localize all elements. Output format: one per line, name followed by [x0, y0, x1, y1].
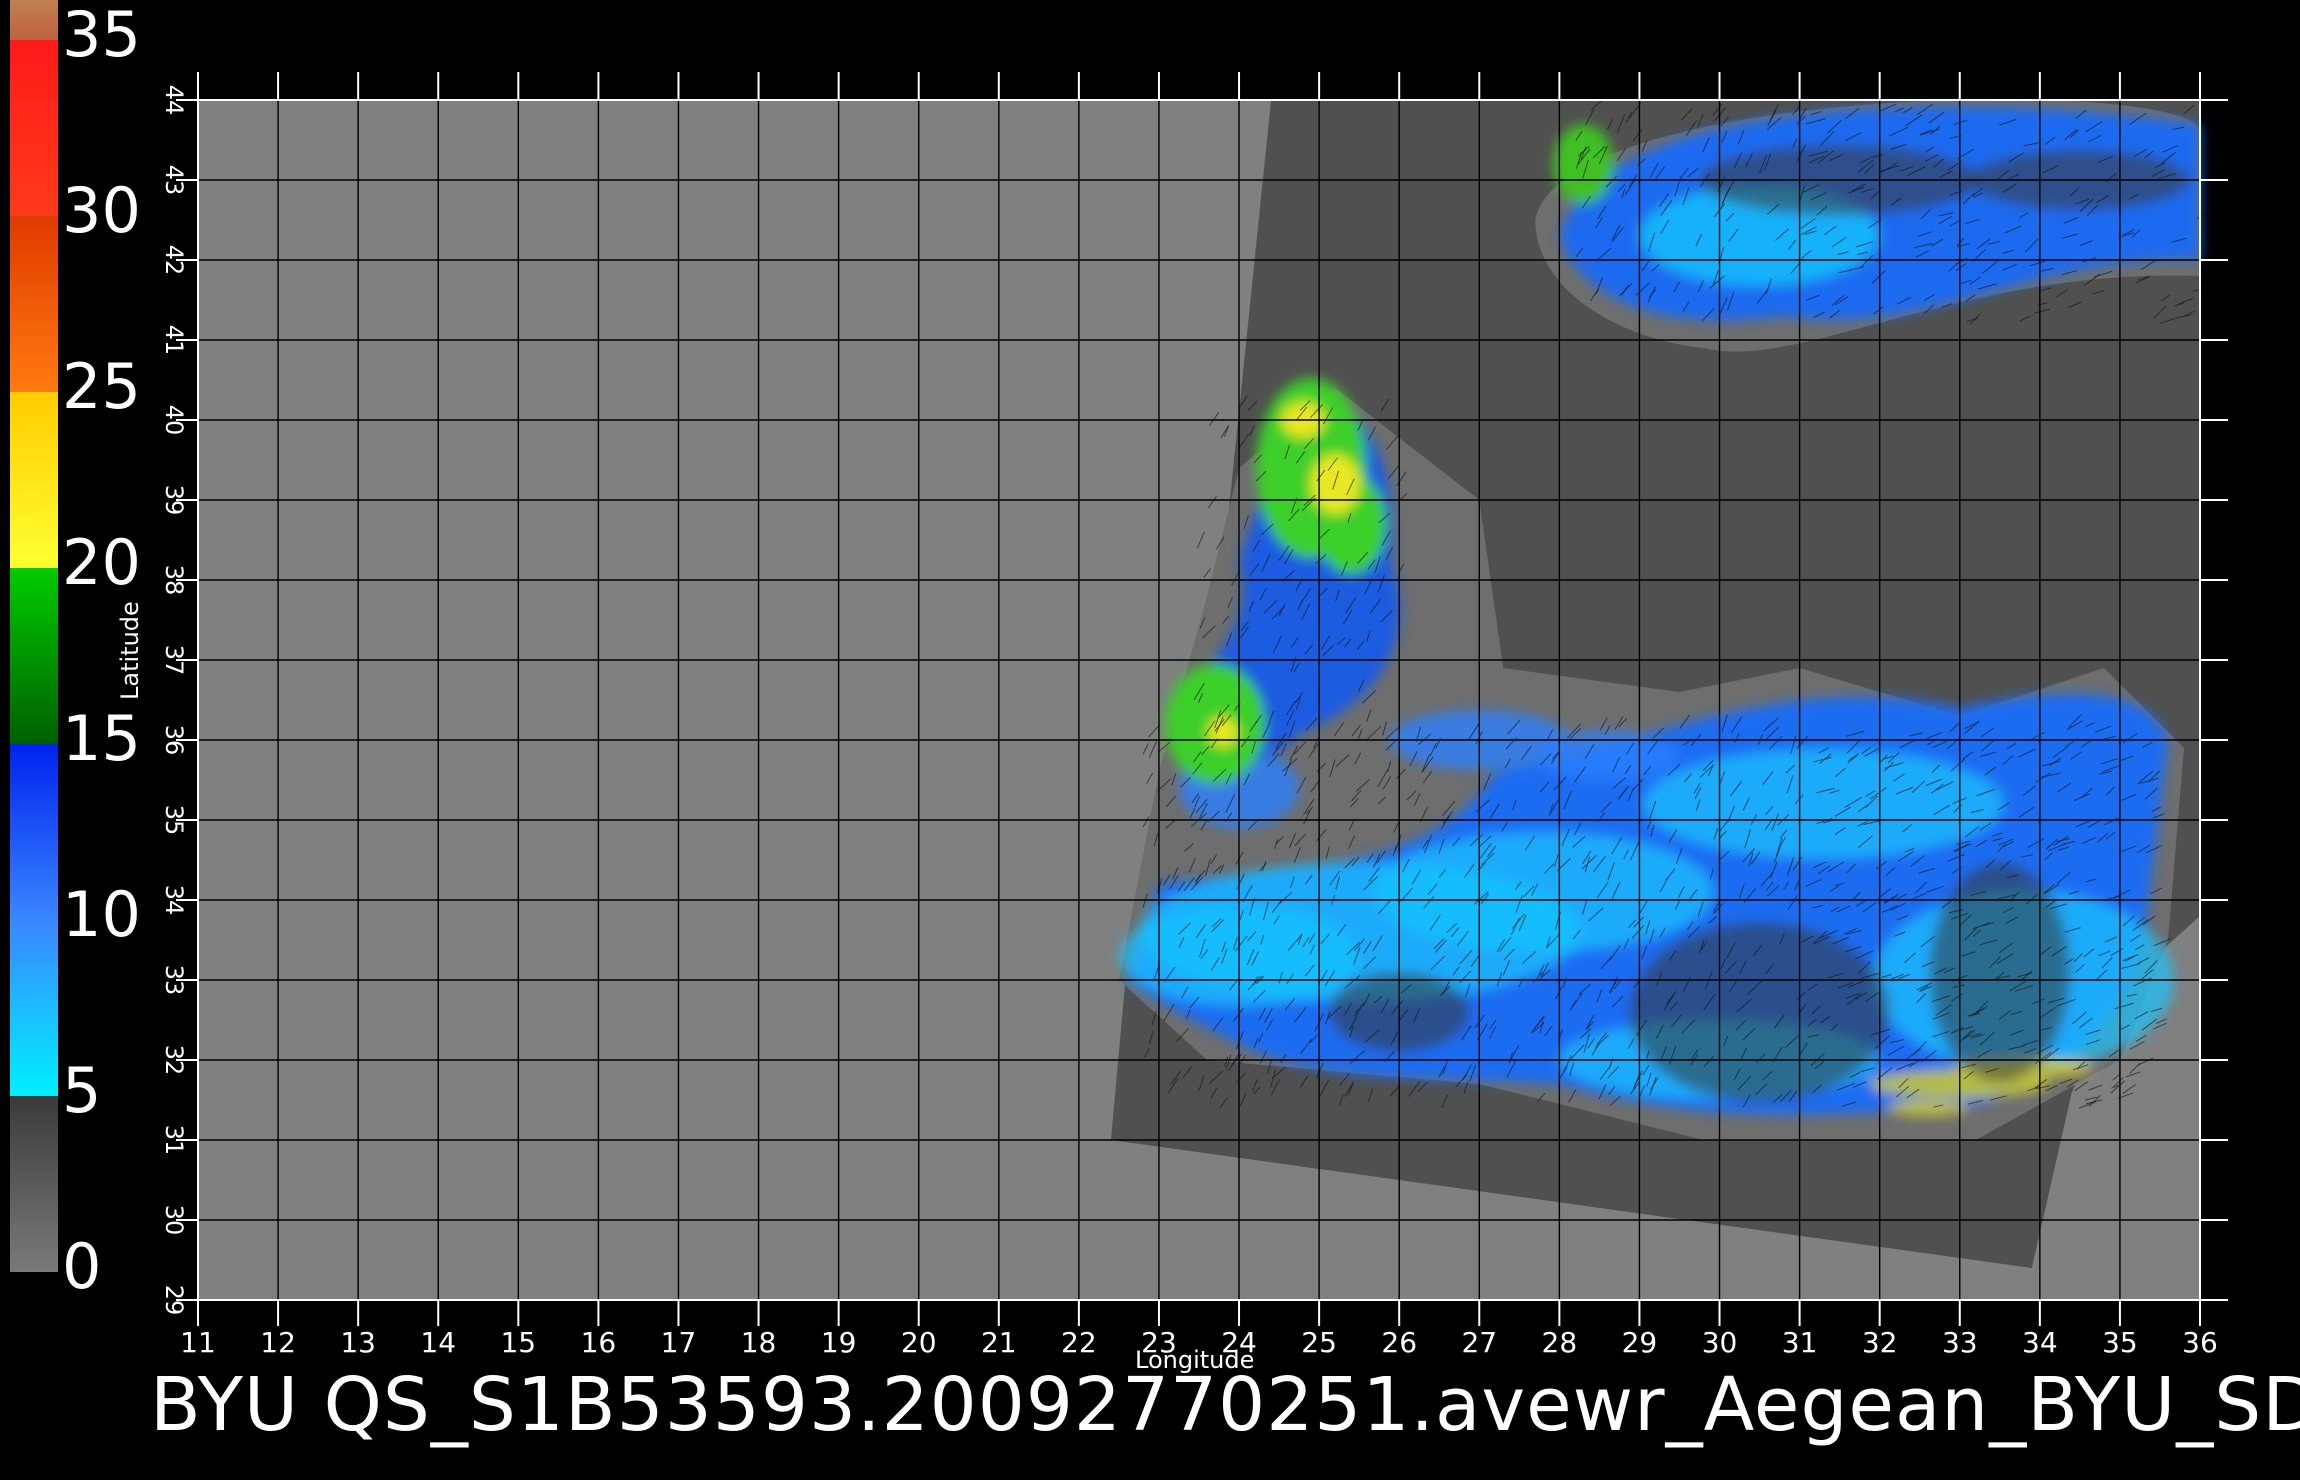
- latitude-tick-label: 31: [160, 1125, 188, 1156]
- colorbar-segment: [10, 392, 58, 568]
- colorbar-segment: [10, 1096, 58, 1272]
- map-plot-area: 11 12 13 14 15 16 17 18 19 20 21 22 23 24 25 26 27 28 29 30…: [160, 72, 2228, 1359]
- longitude-tick-label: 25: [1301, 1326, 1337, 1359]
- longitude-tick-label: 17: [661, 1326, 697, 1359]
- longitude-tick-label: 32: [1862, 1326, 1898, 1359]
- latitude-tick-label: 32: [160, 1045, 188, 1076]
- longitude-tick-label: 19: [821, 1326, 857, 1359]
- low-wind-region: [1929, 862, 2070, 1082]
- colorbar-label: 10: [62, 878, 141, 951]
- latitude-tick-label: 34: [160, 885, 188, 916]
- colorbar-segment: [10, 40, 58, 216]
- longitude-tick-label: 11: [180, 1326, 216, 1359]
- longitude-tick-label: 21: [981, 1326, 1017, 1359]
- figure-title: BYU QS_S1B53593.20092770251.avewr_Aegean…: [150, 1362, 2300, 1448]
- longitude-tick-label: 26: [1381, 1326, 1417, 1359]
- longitude-tick-label: 12: [260, 1326, 296, 1359]
- longitude-tick-label: 15: [500, 1326, 536, 1359]
- colorbar-label: 25: [62, 350, 141, 423]
- map-figure: 11 12 13 14 15 16 17 18 19 20 21 22 23 24 25 26 27 28 29 30…: [10, 0, 2228, 1359]
- colorbar-segment: [10, 744, 58, 920]
- latitude-tick-label: 33: [160, 965, 188, 996]
- latitude-tick-label: 41: [160, 325, 188, 356]
- latitude-tick-label: 37: [160, 645, 188, 676]
- longitude-tick-label: 16: [581, 1326, 617, 1359]
- colorbar-segment: [10, 0, 58, 40]
- longitude-tick-label: 28: [1542, 1326, 1578, 1359]
- latitude-tick-label: 42: [160, 245, 188, 276]
- latitude-tick-label: 29: [160, 1285, 188, 1316]
- colorbar-segment: [10, 568, 58, 744]
- longitude-tick-label: 20: [901, 1326, 937, 1359]
- latitude-tick-label: 39: [160, 485, 188, 516]
- colorbar-label: 30: [62, 174, 141, 247]
- colorbar-label: 5: [62, 1054, 102, 1127]
- longitude-tick-label: 29: [1622, 1326, 1658, 1359]
- latitude-tick-label: 36: [160, 725, 188, 756]
- black-sea-green-patch: [1553, 124, 1614, 204]
- wind-speed-colorbar: [10, 0, 58, 1272]
- very-strong-wind-region: [1887, 1100, 1968, 1116]
- colorbar-segment: [10, 216, 58, 392]
- low-wind-region: [1629, 922, 1890, 1102]
- latitude-tick-label: 43: [160, 165, 188, 196]
- latitude-tick-label: 40: [160, 405, 188, 436]
- latitude-tick-label: 35: [160, 805, 188, 836]
- colorbar-label: 20: [62, 526, 141, 599]
- longitude-tick-label: 18: [741, 1326, 777, 1359]
- y-axis-title: Latitude: [116, 601, 144, 700]
- colorbar-label: 0: [62, 1230, 102, 1303]
- latitude-tick-label: 44: [160, 85, 188, 116]
- longitude-tick-label: 22: [1061, 1326, 1097, 1359]
- colorbar-segment: [10, 920, 58, 1096]
- longitude-tick-label: 36: [2182, 1326, 2218, 1359]
- latitude-tick-label: 30: [160, 1205, 188, 1236]
- longitude-tick-label: 34: [2022, 1326, 2058, 1359]
- longitude-tick-label: 35: [2102, 1326, 2138, 1359]
- longitude-tick-label: 30: [1702, 1326, 1738, 1359]
- latitude-tick-label: 38: [160, 565, 188, 596]
- very-strong-wind-region: [1310, 454, 1361, 514]
- colorbar-label: 35: [62, 0, 141, 71]
- longitude-tick-label: 14: [420, 1326, 456, 1359]
- colorbar-label: 15: [62, 702, 141, 775]
- longitude-tick-label: 27: [1461, 1326, 1497, 1359]
- moderate-wind-region: [1537, 731, 1678, 781]
- fast-wind-region: [1643, 749, 2004, 859]
- longitude-tick-label: 13: [340, 1326, 376, 1359]
- longitude-tick-label: 31: [1782, 1326, 1818, 1359]
- longitude-tick-label: 33: [1942, 1326, 1978, 1359]
